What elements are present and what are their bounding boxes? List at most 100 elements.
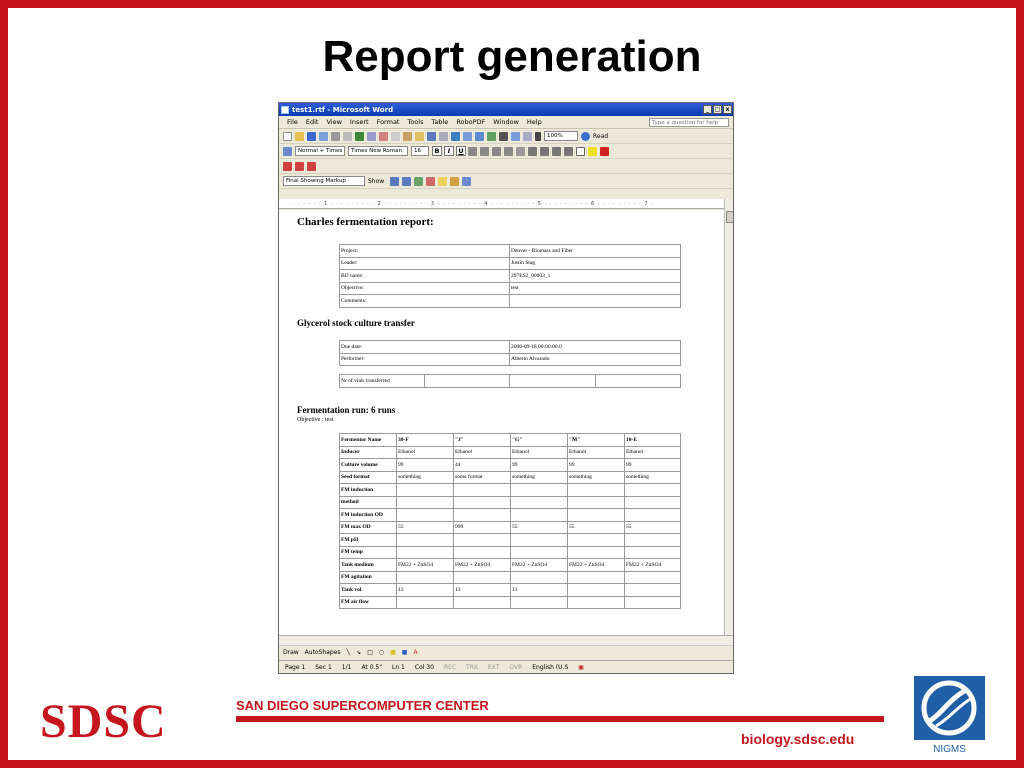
print-icon[interactable]: [331, 131, 340, 141]
spelling-icon[interactable]: [355, 131, 364, 141]
line-color-icon[interactable]: ■: [402, 649, 408, 656]
research-icon[interactable]: [367, 131, 376, 141]
document-map-icon[interactable]: [523, 131, 532, 141]
tables-borders-icon[interactable]: [463, 131, 472, 141]
help-icon[interactable]: [581, 131, 590, 141]
styles-icon[interactable]: [283, 146, 292, 156]
status-ovr[interactable]: OVR: [509, 664, 522, 671]
horizontal-scrollbar[interactable]: [279, 635, 733, 645]
show-hide-icon[interactable]: [535, 131, 541, 141]
document-page[interactable]: Charles fermentation report: Project: Den…: [279, 210, 724, 635]
menu-help[interactable]: Help: [527, 118, 542, 126]
status-ext[interactable]: EXT: [488, 664, 499, 671]
table-cell: [396, 495, 454, 509]
underline-button[interactable]: U: [456, 146, 466, 156]
insert-table-icon[interactable]: [475, 131, 484, 141]
fill-color-icon[interactable]: ■: [390, 649, 396, 656]
menu-file[interactable]: File: [287, 118, 298, 126]
font-select[interactable]: Times New Roman: [348, 146, 408, 156]
pdf-email-icon[interactable]: [295, 161, 304, 171]
zoom-select[interactable]: 100%: [544, 131, 578, 141]
table-cell: [624, 570, 681, 584]
numbering-icon[interactable]: [528, 146, 537, 156]
columns-icon[interactable]: [499, 131, 508, 141]
autoshapes-menu[interactable]: AutoShapes: [305, 649, 341, 656]
table-cell: 99: [510, 458, 568, 472]
new-icon[interactable]: [283, 131, 292, 141]
undo-icon[interactable]: [427, 131, 436, 141]
menu-edit[interactable]: Edit: [306, 118, 319, 126]
font-color-icon[interactable]: [600, 146, 609, 156]
font-size-select[interactable]: 16: [411, 146, 429, 156]
open-icon[interactable]: [295, 131, 304, 141]
next-change-icon[interactable]: [402, 176, 412, 186]
line-spacing-icon[interactable]: [516, 146, 525, 156]
menu-format[interactable]: Format: [377, 118, 400, 126]
highlight-icon[interactable]: [588, 146, 597, 156]
italic-button[interactable]: I: [444, 146, 454, 156]
rectangle-icon[interactable]: □: [367, 649, 373, 656]
insert-comment-icon[interactable]: [438, 176, 448, 186]
table-cell: something: [396, 470, 454, 484]
paste-icon[interactable]: [403, 131, 412, 141]
permission-icon[interactable]: [319, 131, 328, 141]
close-button[interactable]: x: [723, 105, 732, 114]
insert-excel-icon[interactable]: [487, 131, 496, 141]
show-menu[interactable]: Show: [368, 178, 384, 185]
table-cell: [424, 374, 510, 388]
reviewing-pane-icon[interactable]: [462, 176, 472, 186]
copy-icon[interactable]: [391, 131, 400, 141]
menu-table[interactable]: Table: [432, 118, 449, 126]
hyperlink-icon[interactable]: [451, 131, 460, 141]
previous-change-icon[interactable]: [390, 176, 400, 186]
bold-button[interactable]: B: [432, 146, 442, 156]
status-rec[interactable]: REC: [444, 664, 456, 671]
justify-icon[interactable]: [504, 146, 513, 156]
menu-view[interactable]: View: [326, 118, 341, 126]
table-row: FM max OD 55 999 55 55 55: [339, 520, 681, 534]
print-preview-icon[interactable]: [343, 131, 352, 141]
align-left-icon[interactable]: [468, 146, 477, 156]
save-icon[interactable]: [307, 131, 316, 141]
line-icon[interactable]: ╲: [347, 649, 351, 656]
vertical-scrollbar[interactable]: [724, 199, 733, 635]
menu-insert[interactable]: Insert: [350, 118, 369, 126]
menu-window[interactable]: Window: [493, 118, 519, 126]
maximize-button[interactable]: □: [713, 105, 722, 114]
status-trk[interactable]: TRK: [466, 664, 478, 671]
menu-tools[interactable]: Tools: [407, 118, 423, 126]
fermentation-table-body: Fermentor Name 30-F "J" "G" "M" 10-E Inducer Et…: [339, 433, 681, 609]
table-cell: 10-E: [624, 433, 681, 447]
formatting-toolbar: Normal + Times Times New Roman 16 B I U: [279, 144, 733, 159]
redo-icon[interactable]: [439, 131, 448, 141]
accept-change-icon[interactable]: [414, 176, 424, 186]
pdf-convert-icon[interactable]: [283, 161, 292, 171]
text-color-icon[interactable]: A: [413, 649, 417, 656]
style-select[interactable]: Normal + Times: [295, 146, 345, 156]
scroll-thumb[interactable]: [726, 211, 733, 223]
align-right-icon[interactable]: [492, 146, 501, 156]
table-cell: Ethanol: [510, 445, 568, 459]
border-icon[interactable]: [576, 146, 585, 156]
format-painter-icon[interactable]: [415, 131, 424, 141]
increase-indent-icon[interactable]: [564, 146, 573, 156]
table-row: Project: Denver - Biomass and Fiber: [339, 244, 681, 258]
read-button[interactable]: Read: [593, 133, 608, 140]
align-center-icon[interactable]: [480, 146, 489, 156]
drawing-icon[interactable]: [511, 131, 520, 141]
track-changes-icon[interactable]: [450, 176, 460, 186]
reject-change-icon[interactable]: [426, 176, 436, 186]
horizontal-ruler[interactable]: · · · · · · 1 · · · · · · · · · 2 · · · …: [279, 199, 733, 209]
spelling-status-icon[interactable]: ▣: [578, 664, 584, 671]
oval-icon[interactable]: ○: [379, 649, 384, 656]
markup-select[interactable]: Final Showing Markup: [283, 176, 365, 186]
minimize-button[interactable]: _: [703, 105, 712, 114]
cut-icon[interactable]: [379, 131, 388, 141]
decrease-indent-icon[interactable]: [552, 146, 561, 156]
bullets-icon[interactable]: [540, 146, 549, 156]
draw-menu[interactable]: Draw: [283, 649, 299, 656]
ask-question-input[interactable]: Type a question for help: [649, 117, 729, 127]
menu-robopdf[interactable]: RoboPDF: [456, 118, 485, 126]
pdf-settings-icon[interactable]: [307, 161, 316, 171]
arrow-icon[interactable]: ↘: [356, 649, 361, 656]
